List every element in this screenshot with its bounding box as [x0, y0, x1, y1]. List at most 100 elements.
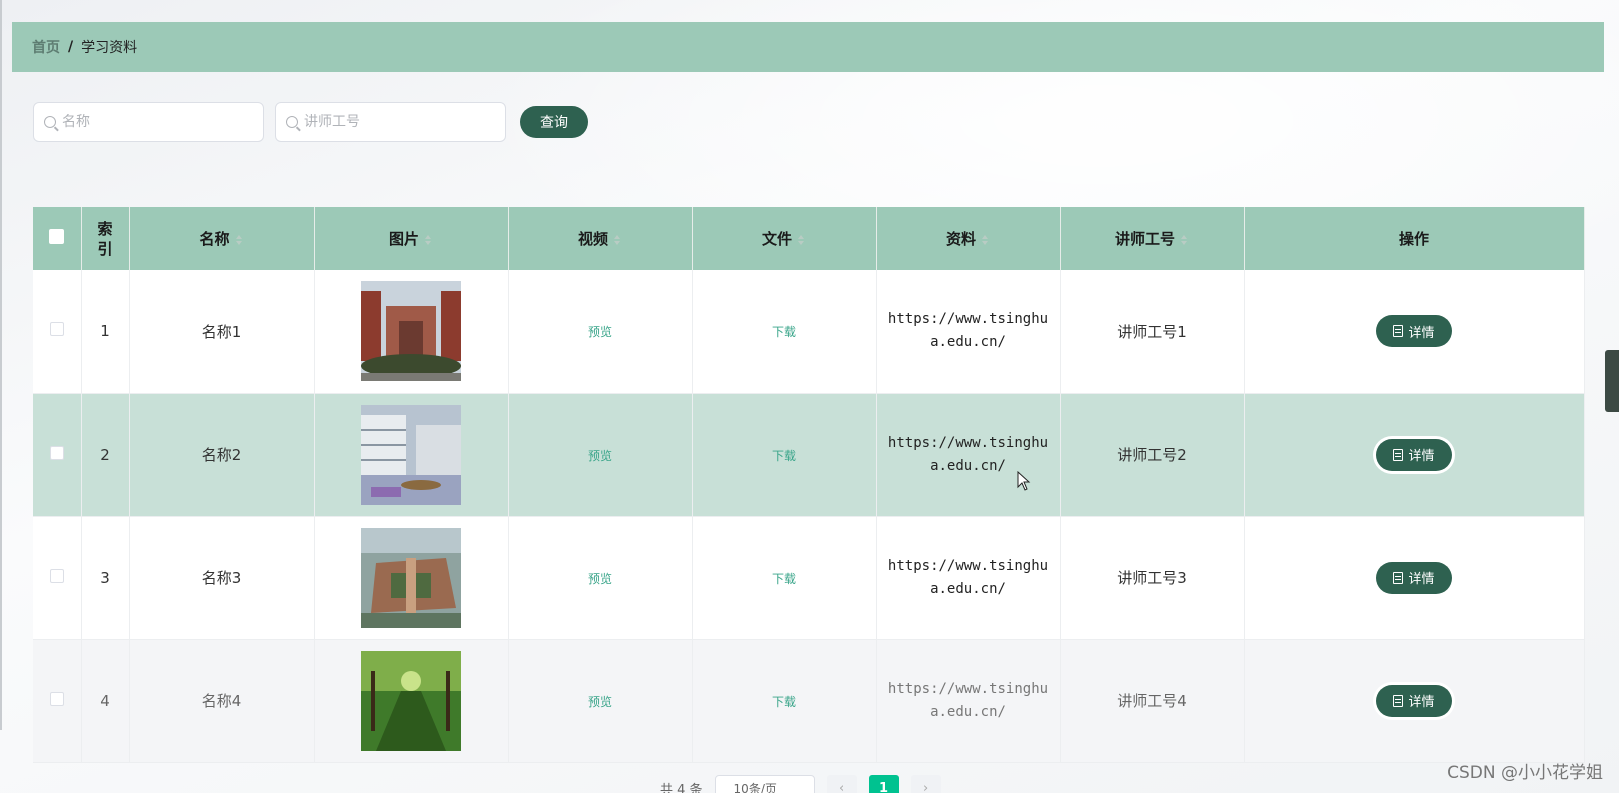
file-download-link[interactable]: 下载	[772, 325, 796, 339]
name-cell: 名称3	[129, 516, 315, 640]
video-preview-link[interactable]: 预览	[588, 449, 612, 463]
file-cell: 下载	[692, 516, 877, 640]
action-cell: 详情	[1244, 639, 1585, 763]
watermark: CSDN @小小花学姐	[1447, 763, 1603, 783]
material-cell: https://www.tsinghua.edu.cn/	[876, 270, 1061, 394]
pagination: 共 4 条 10条/页 ‹ 1 ›	[660, 775, 941, 793]
document-icon	[1393, 448, 1404, 461]
detail-button-label: 详情	[1408, 694, 1435, 709]
breadcrumb-home[interactable]: 首页	[32, 37, 60, 57]
row-checkbox[interactable]	[49, 568, 64, 583]
video-preview-link[interactable]: 预览	[588, 325, 612, 339]
image-cell	[314, 270, 509, 394]
file-download-link[interactable]: 下载	[772, 695, 796, 709]
row-select-cell[interactable]	[33, 393, 82, 517]
sort-icon[interactable]	[425, 234, 433, 245]
sort-icon[interactable]	[1181, 234, 1189, 245]
row-checkbox[interactable]	[49, 691, 64, 706]
file-download-link[interactable]: 下载	[772, 572, 796, 586]
header-material-label: 资料	[945, 230, 976, 248]
tree-lined-path-image[interactable]	[361, 650, 461, 751]
materials-table: 索引 名称 图片 视频 文件 资料 讲师工号 操作 1 名称1 预览 下载 ht…	[33, 207, 1585, 763]
detail-button[interactable]: 详情	[1376, 684, 1452, 717]
header-teacher[interactable]: 讲师工号	[1060, 207, 1245, 270]
name-search-box[interactable]	[33, 102, 264, 142]
index-cell: 4	[81, 639, 130, 763]
detail-button[interactable]: 详情	[1376, 438, 1452, 471]
table-row[interactable]: 2 名称2 预览 下载 https://www.tsinghua.edu.cn/	[33, 393, 1585, 517]
aerial-campus-image[interactable]	[361, 527, 461, 628]
index-cell: 1	[81, 270, 130, 394]
sort-icon[interactable]	[798, 234, 806, 245]
row-select-cell[interactable]	[33, 639, 82, 763]
table-row[interactable]: 3 名称3 预览 下载 https://www.tsinghua.edu.cn/…	[33, 516, 1585, 640]
page-size-label: 10条/页	[733, 781, 777, 793]
mouse-cursor-icon	[1017, 471, 1031, 491]
detail-button[interactable]: 详情	[1376, 561, 1452, 594]
video-cell: 预览	[508, 393, 693, 517]
next-page-button[interactable]: ›	[910, 775, 941, 793]
header-material[interactable]: 资料	[876, 207, 1061, 270]
teacher-cell: 讲师工号1	[1060, 270, 1245, 394]
breadcrumb: 首页 / 学习资料	[12, 22, 1604, 72]
table-row[interactable]: 1 名称1 预览 下载 https://www.tsinghua.edu.cn/…	[33, 270, 1585, 394]
query-button[interactable]: 查询	[520, 106, 588, 138]
sort-icon[interactable]	[614, 234, 622, 245]
search-icon	[286, 116, 298, 128]
file-download-link[interactable]: 下载	[772, 449, 796, 463]
header-image-label: 图片	[388, 230, 419, 248]
campus-building-image[interactable]	[361, 281, 461, 382]
header-video[interactable]: 视频	[508, 207, 693, 270]
table-row[interactable]: 4 名称4 预览 下载 https://www.tsinghua.edu.cn/…	[33, 639, 1585, 763]
material-url: https://www.tsinghua.edu.cn/	[887, 311, 1049, 351]
search-bar: 查询	[33, 102, 588, 142]
material-cell: https://www.tsinghua.edu.cn/	[876, 639, 1061, 763]
header-file[interactable]: 文件	[692, 207, 877, 270]
name-cell: 名称4	[129, 639, 315, 763]
teacher-search-box[interactable]	[275, 102, 506, 142]
page-number-button[interactable]: 1	[868, 775, 899, 793]
video-cell: 预览	[508, 639, 693, 763]
row-select-cell[interactable]	[33, 270, 82, 394]
name-cell: 名称1	[129, 270, 315, 394]
video-preview-link[interactable]: 预览	[588, 572, 612, 586]
select-all-checkbox[interactable]	[49, 229, 65, 244]
name-cell: 名称2	[129, 393, 315, 517]
action-cell: 详情	[1244, 393, 1585, 517]
prev-page-button[interactable]: ‹	[826, 775, 857, 793]
material-url: https://www.tsinghua.edu.cn/	[887, 557, 1049, 597]
sort-icon[interactable]	[982, 234, 990, 245]
modern-building-image[interactable]	[361, 404, 461, 505]
image-cell	[314, 393, 509, 517]
teacher-cell: 讲师工号3	[1060, 516, 1245, 640]
header-name[interactable]: 名称	[129, 207, 315, 270]
header-index-label: 索引	[97, 219, 113, 258]
row-select-cell[interactable]	[33, 516, 82, 640]
header-file-label: 文件	[761, 230, 792, 248]
sort-icon[interactable]	[235, 234, 244, 245]
detail-button-label: 详情	[1408, 324, 1435, 340]
header-image[interactable]: 图片	[314, 207, 509, 270]
detail-button-label: 详情	[1408, 571, 1435, 586]
index-cell: 2	[81, 393, 130, 517]
teacher-id-search-input[interactable]	[304, 114, 484, 130]
video-cell: 预览	[508, 516, 693, 640]
header-action-label: 操作	[1398, 230, 1429, 248]
side-collapse-tab[interactable]	[1605, 350, 1619, 412]
image-cell	[314, 639, 509, 763]
header-video-label: 视频	[577, 230, 608, 248]
row-checkbox[interactable]	[49, 445, 64, 460]
detail-button[interactable]: 详情	[1376, 315, 1452, 348]
header-name-label: 名称	[199, 230, 230, 248]
total-count: 共 4 条	[660, 782, 703, 793]
video-preview-link[interactable]: 预览	[588, 695, 612, 709]
image-cell	[314, 516, 509, 640]
page-size-select[interactable]: 10条/页	[714, 775, 815, 793]
document-icon	[1393, 571, 1404, 584]
name-search-input[interactable]	[62, 114, 242, 130]
index-cell: 3	[81, 516, 130, 640]
row-checkbox[interactable]	[49, 322, 64, 337]
window-edge	[0, 0, 2, 730]
select-all-header[interactable]	[33, 207, 82, 270]
action-cell: 详情	[1244, 270, 1585, 394]
